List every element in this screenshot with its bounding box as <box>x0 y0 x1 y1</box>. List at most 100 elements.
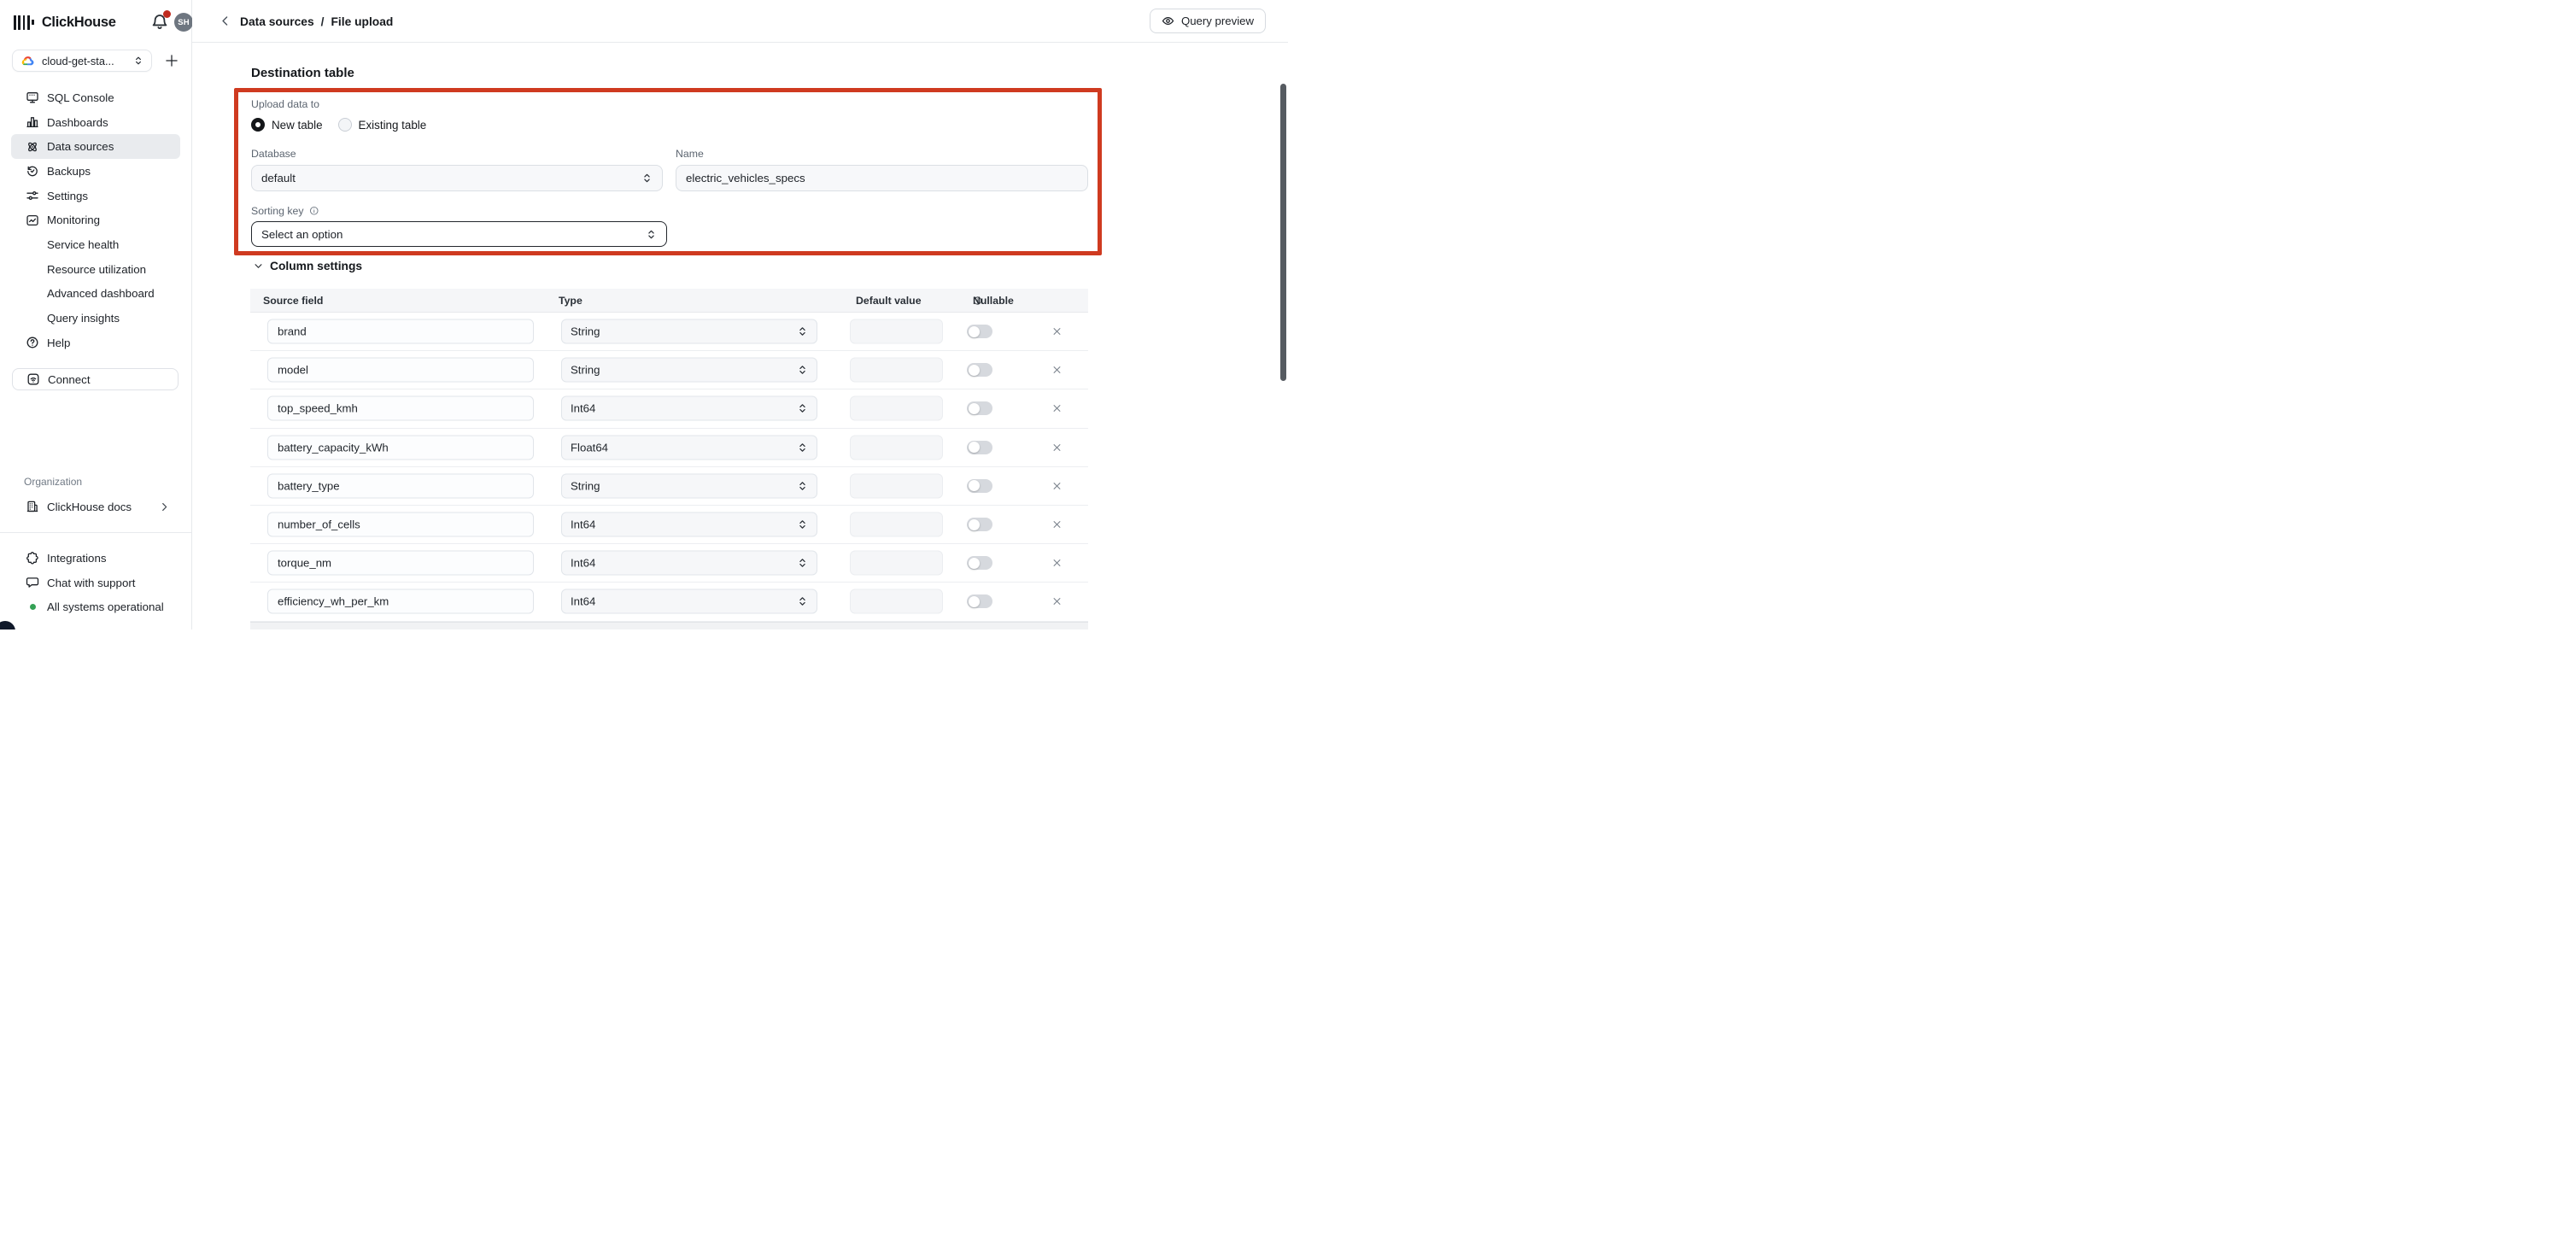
remove-column-button[interactable] <box>1051 596 1063 607</box>
chevron-updown-icon <box>797 365 808 376</box>
sidebar-item-label: Query insights <box>47 312 120 325</box>
table-name-input[interactable] <box>676 165 1088 191</box>
sidebar-item-all-systems-operational[interactable]: All systems operational <box>11 594 180 619</box>
sidebar-item-data-sources[interactable]: Data sources <box>11 134 180 159</box>
source-field-input[interactable] <box>267 396 534 421</box>
remove-column-button[interactable] <box>1051 442 1063 453</box>
database-select[interactable]: default <box>251 165 663 191</box>
sidebar-item-query-insights[interactable]: Query insights <box>11 306 180 331</box>
type-value: Float64 <box>571 441 608 454</box>
breadcrumb-parent[interactable]: Data sources <box>240 15 314 28</box>
connect-button[interactable]: Connect <box>12 368 179 390</box>
remove-column-button[interactable] <box>1051 480 1063 491</box>
default-value-input[interactable] <box>850 396 943 421</box>
sidebar-item-backups[interactable]: Backups <box>11 159 180 184</box>
line-chart-icon <box>26 214 39 227</box>
remove-column-button[interactable] <box>1051 403 1063 414</box>
source-field-input[interactable] <box>267 319 534 344</box>
source-field-input[interactable] <box>267 358 534 383</box>
next-row-peek <box>250 622 1088 630</box>
remove-column-button[interactable] <box>1051 326 1063 337</box>
type-select[interactable]: Int64 <box>561 396 817 421</box>
source-field-input[interactable] <box>267 551 534 576</box>
nullable-toggle[interactable] <box>967 594 992 608</box>
type-select[interactable]: Int64 <box>561 589 817 614</box>
nullable-toggle[interactable] <box>967 401 992 415</box>
type-select[interactable]: Int64 <box>561 512 817 537</box>
nullable-toggle[interactable] <box>967 479 992 493</box>
sidebar-item-label: Chat with support <box>47 577 135 589</box>
sidebar-item-sql-console[interactable]: SQL Console <box>11 85 180 110</box>
blank-icon <box>26 237 39 251</box>
query-preview-button[interactable]: Query preview <box>1150 9 1266 33</box>
source-field-input[interactable] <box>267 473 534 498</box>
default-value-input[interactable] <box>850 551 943 576</box>
type-select[interactable]: Int64 <box>561 551 817 576</box>
sidebar-item-label: SQL Console <box>47 91 114 104</box>
default-value-input[interactable] <box>850 358 943 383</box>
vertical-scrollbar[interactable] <box>1280 84 1286 381</box>
sidebar-item-integrations[interactable]: Integrations <box>11 546 180 571</box>
sidebar-item-service-health[interactable]: Service health <box>11 232 180 257</box>
type-select[interactable]: String <box>561 358 817 383</box>
nullable-toggle[interactable] <box>967 325 992 338</box>
sidebar-item-monitoring[interactable]: Monitoring <box>11 208 180 232</box>
default-value-input[interactable] <box>850 589 943 614</box>
sidebar-item-resource-utilization[interactable]: Resource utilization <box>11 257 180 282</box>
toggle-knob <box>969 365 980 376</box>
radio-option-existing-table[interactable]: Existing table <box>338 118 427 132</box>
radio-option-new-table[interactable]: New table <box>251 118 323 132</box>
source-field-input[interactable] <box>267 435 534 460</box>
type-select[interactable]: String <box>561 319 817 344</box>
default-value-input[interactable] <box>850 473 943 498</box>
column-settings-toggle[interactable]: Column settings <box>254 260 362 272</box>
building-icon <box>26 500 39 513</box>
table-rows: String String Int64 Float64 String Int64 Int64… <box>250 313 1088 622</box>
sidebar-item-clickhouse-docs[interactable]: ClickHouse docs <box>11 495 180 518</box>
sidebar-item-label: Monitoring <box>47 214 100 226</box>
table-row: String <box>250 467 1088 506</box>
history-icon <box>26 164 39 178</box>
chevron-updown-icon <box>797 558 808 569</box>
nullable-toggle[interactable] <box>967 518 992 531</box>
service-name: cloud-get-sta... <box>42 55 133 67</box>
remove-column-button[interactable] <box>1051 365 1063 376</box>
blank-icon <box>26 262 39 276</box>
sorting-key-select[interactable]: Select an option <box>251 221 667 247</box>
toggle-knob <box>969 403 980 414</box>
toggle-knob <box>969 442 980 453</box>
sidebar-item-label: Service health <box>47 238 119 251</box>
sidebar-nav: SQL Console DashboardsData sourcesBackups… <box>0 85 191 355</box>
sidebar-item-help[interactable]: Help <box>11 331 180 355</box>
type-value: String <box>571 325 600 338</box>
type-select[interactable]: String <box>561 473 817 498</box>
header-default-value: Default value <box>856 295 922 307</box>
remove-column-button[interactable] <box>1051 519 1063 530</box>
sidebar-item-settings[interactable]: Settings <box>11 184 180 208</box>
source-field-input[interactable] <box>267 589 534 614</box>
sidebar-item-chat-with-support[interactable]: Chat with support <box>11 571 180 595</box>
connect-label: Connect <box>48 373 91 386</box>
source-field-input[interactable] <box>267 512 534 537</box>
add-service-button[interactable] <box>164 53 179 68</box>
avatar[interactable]: SH <box>174 13 193 32</box>
sidebar-item-label: Resource utilization <box>47 263 146 276</box>
toggle-knob <box>969 596 980 607</box>
default-value-input[interactable] <box>850 435 943 460</box>
sidebar-item-dashboards[interactable]: Dashboards <box>11 110 180 135</box>
toggle-knob <box>969 558 980 569</box>
service-selector[interactable]: cloud-get-sta... <box>12 50 152 72</box>
sidebar-item-label: Advanced dashboard <box>47 287 155 300</box>
notifications-button[interactable] <box>150 12 169 32</box>
nullable-toggle[interactable] <box>967 556 992 570</box>
nullable-toggle[interactable] <box>967 363 992 377</box>
nullable-toggle[interactable] <box>967 441 992 454</box>
type-select[interactable]: Float64 <box>561 435 817 460</box>
sidebar-item-advanced-dashboard[interactable]: Advanced dashboard <box>11 282 180 307</box>
remove-column-button[interactable] <box>1051 558 1063 569</box>
topbar: Data sources / File upload Query preview <box>192 0 1288 43</box>
info-icon <box>973 296 982 305</box>
back-button[interactable] <box>219 15 231 27</box>
default-value-input[interactable] <box>850 512 943 537</box>
default-value-input[interactable] <box>850 319 943 344</box>
